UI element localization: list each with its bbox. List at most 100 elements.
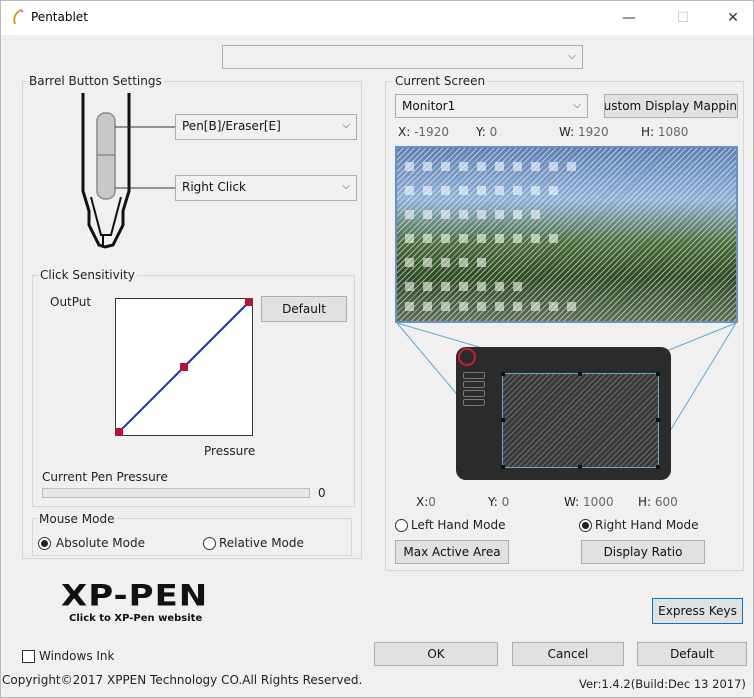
pressure-curve-chart[interactable] bbox=[115, 298, 253, 436]
cancel-button[interactable]: Cancel bbox=[512, 642, 624, 666]
express-key-2-icon bbox=[463, 381, 485, 388]
absolute-mode-radio[interactable]: Absolute Mode bbox=[38, 536, 178, 552]
minimize-button[interactable]: — bbox=[611, 5, 647, 31]
lower-button-value: Right Click bbox=[182, 180, 247, 194]
custom-display-mapping-button[interactable]: ustom Display Mappin bbox=[604, 94, 738, 118]
chevron-down-icon: ⌵ bbox=[342, 181, 350, 192]
mouse-mode-label: Mouse Mode bbox=[37, 512, 117, 526]
version-text: Ver:1.4.2(Build:Dec 13 2017) bbox=[579, 677, 746, 691]
left-hand-mode-indicator[interactable] bbox=[395, 519, 408, 532]
screen-w-readout: W: 1920 bbox=[559, 125, 609, 139]
left-hand-mode-radio[interactable]: Left Hand Mode bbox=[395, 518, 525, 534]
pentablet-window: Pentablet — ☐ ✕ ⌵ Barrel Button Settings… bbox=[0, 0, 754, 698]
curve-point-0[interactable] bbox=[115, 428, 123, 436]
area-handle-bottom[interactable] bbox=[578, 465, 582, 469]
maximize-button[interactable]: ☐ bbox=[665, 5, 701, 31]
area-x-readout: X:0 bbox=[416, 495, 436, 509]
area-handle-bottom-right[interactable] bbox=[656, 465, 660, 469]
copyright-text: Copyright©2017 XPPEN Technology CO.All R… bbox=[2, 673, 363, 687]
relative-mode-label: Relative Mode bbox=[219, 536, 304, 550]
area-handle-top-left[interactable] bbox=[501, 372, 505, 376]
area-w-value: 1000 bbox=[583, 495, 614, 509]
lower-button-select[interactable]: Right Click ⌵ bbox=[175, 175, 357, 201]
express-keys-button[interactable]: Express Keys bbox=[652, 598, 743, 624]
screen-y-value: 0 bbox=[489, 125, 498, 139]
area-handle-top-right[interactable] bbox=[656, 372, 660, 376]
pen-pressure-bar bbox=[42, 488, 310, 498]
screen-w-label: W: bbox=[559, 125, 575, 139]
upper-button-select[interactable]: Pen[B]/Eraser[E] ⌵ bbox=[175, 114, 357, 140]
windows-ink-label: Windows Ink bbox=[39, 649, 115, 663]
max-active-area-button[interactable]: Max Active Area bbox=[395, 540, 509, 564]
screen-x-label: X: bbox=[398, 125, 411, 139]
monitor-select[interactable]: Monitor1 ⌵ bbox=[395, 94, 588, 118]
custom-display-mapping-label: ustom Display Mappin bbox=[604, 99, 737, 113]
current-screen-label: Current Screen bbox=[393, 74, 488, 88]
monitor-preview[interactable] bbox=[395, 146, 738, 323]
screen-y-readout: Y: 0 bbox=[476, 125, 497, 139]
windows-ink-checkbox[interactable]: Windows Ink bbox=[22, 649, 132, 665]
screen-x-value: -1920 bbox=[414, 125, 449, 139]
absolute-mode-indicator[interactable] bbox=[38, 537, 51, 550]
right-hand-mode-radio[interactable]: Right Hand Mode bbox=[579, 518, 719, 534]
area-h-readout: H: 600 bbox=[638, 495, 678, 509]
screen-h-label: H: bbox=[641, 125, 655, 139]
screen-w-value: 1920 bbox=[578, 125, 609, 139]
pressure-label: Pressure bbox=[204, 444, 256, 458]
pen-pressure-value: 0 bbox=[318, 486, 326, 500]
relative-mode-radio[interactable]: Relative Mode bbox=[203, 536, 343, 552]
area-handle-top[interactable] bbox=[578, 372, 582, 376]
barrel-group-label: Barrel Button Settings bbox=[27, 74, 164, 88]
curve-point-2[interactable] bbox=[245, 298, 253, 306]
area-handle-bottom-left[interactable] bbox=[501, 465, 505, 469]
area-handle-left[interactable] bbox=[501, 418, 505, 422]
ok-button[interactable]: OK bbox=[374, 642, 498, 666]
pen-pressure-label: Current Pen Pressure bbox=[42, 470, 168, 484]
area-x-label: X: bbox=[416, 495, 429, 509]
screen-x-readout: X: -1920 bbox=[398, 125, 449, 139]
curve-point-1[interactable] bbox=[180, 363, 188, 371]
xp-pen-website-link[interactable]: Click to XP-Pen website bbox=[69, 613, 202, 624]
output-label: OutPut bbox=[50, 295, 92, 309]
area-y-value: 0 bbox=[501, 495, 510, 509]
chevron-down-icon: ⌵ bbox=[342, 120, 350, 131]
windows-ink-box[interactable] bbox=[22, 650, 35, 663]
upper-button-value: Pen[B]/Eraser[E] bbox=[182, 119, 281, 133]
area-handle-right[interactable] bbox=[656, 418, 660, 422]
device-select[interactable]: ⌵ bbox=[222, 45, 583, 69]
tablet-led-icon bbox=[458, 348, 476, 366]
chevron-down-icon: ⌵ bbox=[568, 51, 576, 62]
express-key-3-icon bbox=[463, 390, 485, 397]
area-h-value: 600 bbox=[654, 495, 678, 509]
area-h-label: H: bbox=[638, 495, 652, 509]
relative-mode-indicator[interactable] bbox=[203, 537, 216, 550]
click-sensitivity-label: Click Sensitivity bbox=[38, 268, 137, 282]
area-w-readout: W: 1000 bbox=[564, 495, 614, 509]
screen-h-value: 1080 bbox=[657, 125, 689, 139]
xp-pen-logo: XP-PEN bbox=[61, 579, 209, 613]
right-hand-mode-indicator[interactable] bbox=[579, 519, 592, 532]
screen-h-readout: H: 1080 bbox=[641, 125, 688, 139]
close-button[interactable]: ✕ bbox=[715, 5, 751, 31]
area-w-label: W: bbox=[564, 495, 580, 509]
chevron-down-icon: ⌵ bbox=[573, 100, 581, 111]
area-y-readout: Y: 0 bbox=[488, 495, 509, 509]
area-y-label: Y: bbox=[488, 495, 498, 509]
right-hand-mode-label: Right Hand Mode bbox=[595, 518, 699, 532]
sensitivity-default-button[interactable]: Default bbox=[261, 296, 347, 322]
default-button[interactable]: Default bbox=[637, 642, 747, 666]
desktop-icons-grid bbox=[405, 162, 576, 311]
display-ratio-button[interactable]: Display Ratio bbox=[581, 540, 705, 564]
xp-pen-logo-link[interactable]: XP-PEN Click to XP-Pen website bbox=[61, 579, 241, 629]
tablet-active-area[interactable] bbox=[501, 372, 660, 469]
title-bar: Pentablet — ☐ ✕ bbox=[1, 1, 753, 35]
pen-illustration-icon bbox=[81, 93, 177, 249]
app-icon bbox=[13, 9, 24, 25]
monitor-select-value: Monitor1 bbox=[402, 99, 456, 113]
area-x-value: 0 bbox=[428, 495, 436, 509]
screen-y-label: Y: bbox=[476, 125, 486, 139]
window-title: Pentablet bbox=[31, 10, 88, 24]
absolute-mode-label: Absolute Mode bbox=[56, 536, 145, 550]
left-hand-mode-label: Left Hand Mode bbox=[411, 518, 506, 532]
express-key-4-icon bbox=[463, 399, 485, 406]
